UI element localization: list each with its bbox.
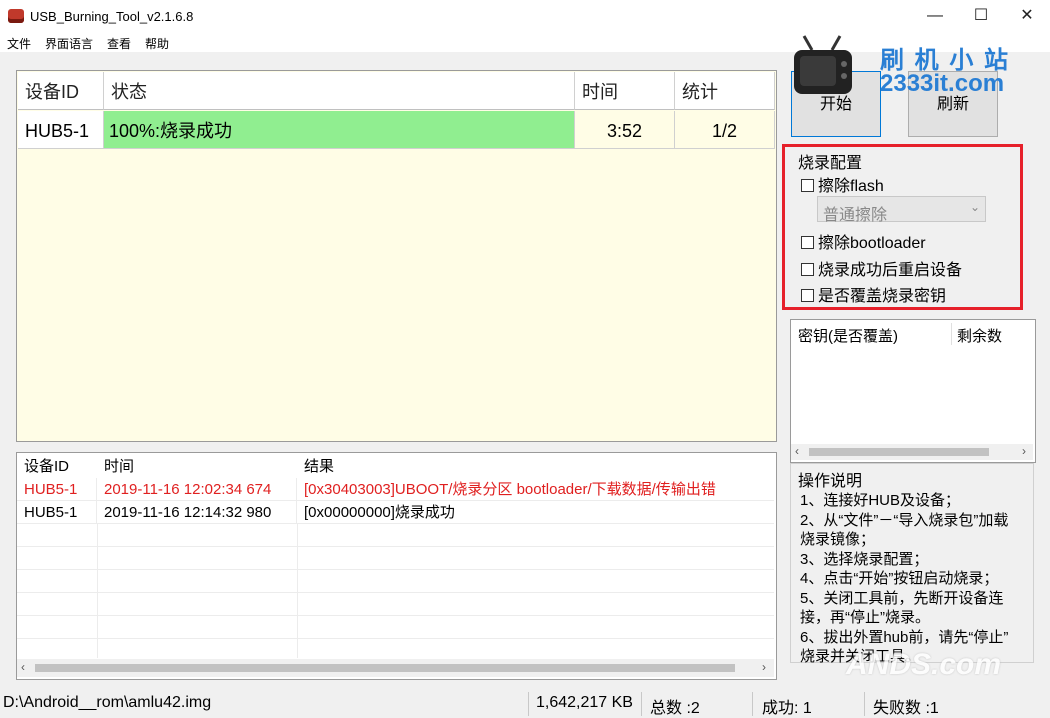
log-horizontal-scrollbar[interactable]: ‹ › (17, 659, 774, 677)
instruction-line: 4、点击“开始”按钮启动烧录； (800, 570, 999, 587)
instruction-line: 烧录镜像； (800, 531, 876, 548)
erase-mode-select[interactable]: 普通擦除 ⌄ (817, 196, 986, 224)
stats-cell[interactable]: 1/2 (675, 111, 775, 149)
status-separator (528, 692, 529, 716)
menu-language[interactable]: 界面语言 (45, 35, 93, 52)
status-text: 100%:烧录成功 (109, 121, 233, 141)
maximize-button[interactable]: ☐ (958, 0, 1004, 32)
close-button[interactable]: ✕ (1004, 0, 1050, 32)
overwrite-key-checkbox[interactable]: 是否覆盖烧录密钥 (801, 282, 946, 306)
window-title: USB_Burning_Tool_v2.1.6.8 (30, 9, 194, 24)
col-header-device-id[interactable]: 设备ID (18, 72, 104, 110)
config-title: 烧录配置 (798, 155, 863, 172)
log-row[interactable]: HUB5-1 2019-11-16 12:14:32 980 [0x000000… (17, 501, 774, 524)
column-divider (951, 323, 952, 345)
col-header-stats[interactable]: 统计 (675, 72, 775, 110)
checkbox-icon[interactable] (801, 289, 814, 302)
instruction-line: 1、连接好HUB及设备； (800, 492, 961, 509)
minimize-button[interactable]: — (912, 0, 958, 32)
time-cell[interactable]: 3:52 (575, 111, 675, 149)
menu-view[interactable]: 查看 (107, 35, 131, 52)
status-success: 成功: 1 (762, 700, 812, 717)
instruction-line: 3、选择烧录配置； (800, 550, 929, 568)
checkbox-icon[interactable] (801, 263, 814, 276)
checkbox-icon[interactable] (801, 236, 814, 249)
status-cell[interactable]: 100%:烧录成功 (104, 111, 575, 149)
watermark-bottom: ANDS.com (846, 648, 1002, 681)
status-file-path: D:\Android__rom\amlu42.img (3, 694, 212, 711)
log-header-device-id[interactable]: 设备ID (17, 454, 97, 478)
instruction-line: 2、从“文件”－“导入烧录包”加载 (800, 511, 1009, 529)
log-device-id: HUB5-1 (17, 501, 97, 523)
erase-mode-value: 普通擦除 (823, 207, 888, 224)
erase-flash-label: 擦除flash (818, 178, 884, 195)
col-header-status[interactable]: 状态 (104, 72, 575, 110)
chevron-down-icon: ⌄ (970, 200, 981, 214)
log-row-empty (17, 547, 774, 570)
log-row-empty (17, 570, 774, 593)
instruction-line: 接，再“停止”烧录。 (800, 609, 930, 626)
col-header-time[interactable]: 时间 (575, 72, 675, 110)
status-file-size: 1,642,217 KB (536, 694, 633, 711)
device-id-cell[interactable]: HUB5-1 (18, 111, 104, 149)
status-separator (752, 692, 753, 716)
log-row-empty (17, 593, 774, 616)
instructions-text: 1、连接好HUB及设备； 2、从“文件”－“导入烧录包”加载 烧录镜像； 3、选择烧录… (800, 491, 1008, 667)
key-col-header-key[interactable]: 密钥(是否覆盖) (798, 325, 898, 346)
reboot-after-label: 烧录成功后重启设备 (818, 262, 963, 279)
menu-file[interactable]: 文件 (7, 35, 31, 52)
status-total: 总数 :2 (650, 700, 700, 717)
erase-bootloader-label: 擦除bootloader (818, 235, 926, 252)
scroll-left-icon[interactable]: ‹ (795, 444, 799, 458)
log-header-time[interactable]: 时间 (97, 454, 297, 478)
log-row[interactable]: HUB5-1 2019-11-16 12:02:34 674 [0x304030… (17, 478, 774, 501)
scroll-left-icon[interactable]: ‹ (21, 660, 25, 674)
column-divider (97, 524, 98, 658)
status-failed: 失败数 :1 (873, 700, 939, 717)
instructions-title: 操作说明 (798, 467, 863, 491)
app-icon (8, 9, 24, 23)
key-list-scrollbar[interactable]: ‹ › (791, 444, 1033, 460)
column-divider (297, 524, 298, 658)
scroll-right-icon[interactable]: › (1022, 444, 1026, 458)
log-device-id: HUB5-1 (17, 478, 97, 500)
erase-flash-checkbox[interactable]: 擦除flash (801, 172, 884, 196)
menu-help[interactable]: 帮助 (145, 35, 169, 52)
reboot-after-checkbox[interactable]: 烧录成功后重启设备 (801, 256, 962, 280)
log-result: [0x00000000]烧录成功 (304, 504, 455, 521)
log-row-empty (17, 616, 774, 639)
device-table: 设备ID 状态 时间 统计 HUB5-1 100%:烧录成功 3:52 1/2 (16, 70, 777, 442)
scroll-thumb[interactable] (809, 448, 989, 456)
watermark-url: 2333it.com (880, 70, 1005, 97)
log-time: 2019-11-16 12:02:34 674 (97, 478, 297, 500)
overwrite-key-label: 是否覆盖烧录密钥 (818, 288, 947, 305)
scroll-thumb[interactable] (35, 664, 735, 672)
log-result: [0x30403003]UBOOT/烧录分区 bootloader/下载数据/传… (304, 481, 716, 498)
instruction-line: 5、关闭工具前，先断开设备连 (800, 589, 1004, 607)
log-header-result[interactable]: 结果 (297, 454, 775, 478)
log-list[interactable]: 设备ID 时间 结果 HUB5-1 2019-11-16 12:02:34 67… (16, 452, 777, 680)
status-separator (864, 692, 865, 716)
scroll-right-icon[interactable]: › (762, 660, 766, 674)
status-separator (641, 692, 642, 716)
instruction-line: 6、拔出外置hub前，请先“停止” (800, 628, 1009, 646)
log-row-empty (17, 524, 774, 547)
key-col-header-remaining[interactable]: 剩余数 (957, 325, 1002, 346)
key-list[interactable]: 密钥(是否覆盖) 剩余数 ‹ › (790, 319, 1036, 463)
erase-bootloader-checkbox[interactable]: 擦除bootloader (801, 229, 926, 253)
tv-logo-icon (794, 35, 852, 94)
log-time: 2019-11-16 12:14:32 980 (97, 501, 297, 523)
checkbox-icon[interactable] (801, 179, 814, 192)
